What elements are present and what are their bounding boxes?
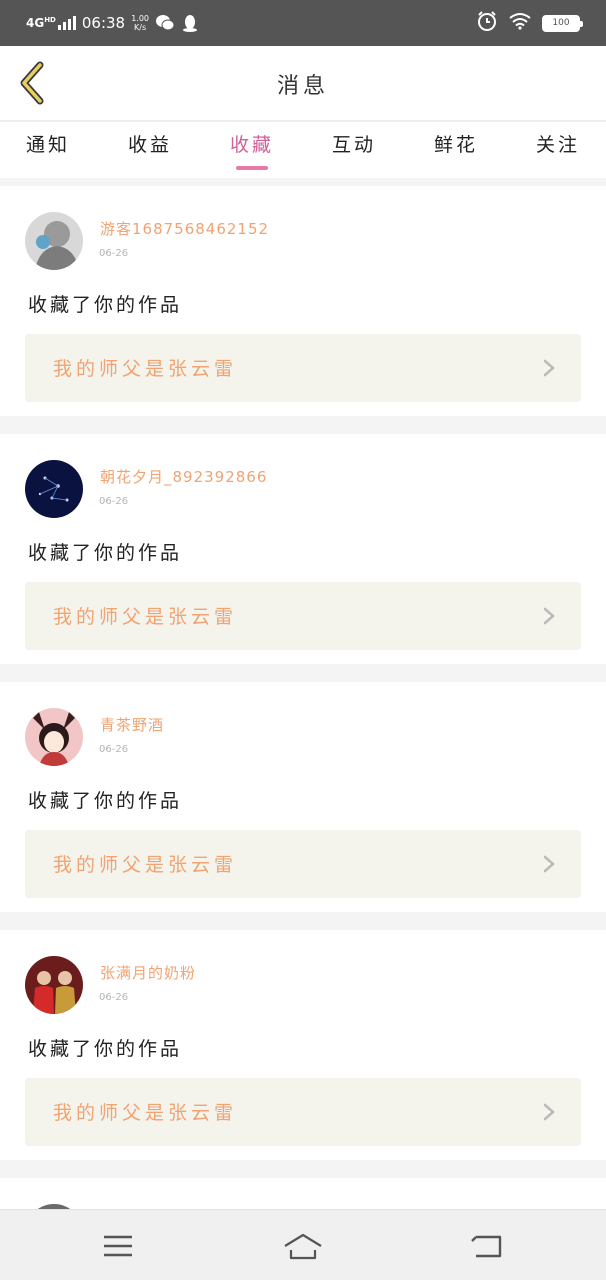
home-button[interactable] [283, 1228, 323, 1264]
work-link[interactable]: 我的师父是张云雷 [25, 582, 581, 650]
username[interactable]: 青茶野酒 [100, 714, 164, 735]
tab-flowers[interactable]: 鲜花 [416, 130, 496, 172]
alarm-icon [476, 10, 498, 36]
chevron-right-icon [543, 607, 555, 625]
message-date: 06-26 [99, 744, 129, 755]
tab-favorites[interactable]: 收藏 [212, 130, 292, 172]
work-link[interactable]: 我的师父是张云雷 [25, 1078, 581, 1146]
qq-icon [181, 14, 201, 32]
tab-notifications[interactable]: 通知 [8, 130, 88, 172]
avatar[interactable] [25, 460, 83, 518]
active-tab-indicator [236, 166, 268, 170]
message-card: 游客1687568462152 06-26 收藏了你的作品 我的师父是张云雷 [0, 186, 606, 416]
chevron-right-icon [543, 855, 555, 873]
tab-bar: 通知 收益 收藏 互动 鲜花 关注 [0, 122, 606, 178]
tab-interactions[interactable]: 互动 [314, 130, 394, 172]
action-text: 收藏了你的作品 [28, 542, 183, 564]
tab-following[interactable]: 关注 [518, 130, 598, 172]
message-card: 朝花夕月_892392866 06-26 收藏了你的作品 我的师父是张云雷 [0, 434, 606, 664]
return-icon [471, 1235, 502, 1258]
status-bar: 4GHD 06:38 1.00 K/s 100 [0, 0, 606, 46]
wechat-icon [155, 14, 175, 32]
message-card: 青茶野酒 06-26 收藏了你的作品 我的师父是张云雷 [0, 682, 606, 912]
chevron-right-icon [543, 1103, 555, 1121]
menu-button[interactable] [98, 1228, 138, 1264]
work-title: 我的师父是张云雷 [53, 854, 238, 876]
wifi-icon [508, 12, 532, 34]
signal-icon [57, 16, 76, 30]
system-nav-bar [0, 1209, 606, 1280]
action-text: 收藏了你的作品 [28, 294, 183, 316]
avatar[interactable] [25, 708, 83, 766]
work-title: 我的师父是张云雷 [53, 358, 238, 380]
username[interactable]: 朝花夕月_892392866 [100, 466, 267, 487]
status-time: 06:38 [81, 14, 126, 32]
message-card: 张满月的奶粉 06-26 收藏了你的作品 我的师父是张云雷 [0, 930, 606, 1160]
avatar[interactable] [25, 212, 83, 270]
message-date: 06-26 [99, 496, 129, 507]
return-button[interactable] [468, 1228, 508, 1264]
network-speed: 1.00 K/s [131, 14, 150, 32]
action-text: 收藏了你的作品 [28, 790, 183, 812]
action-text: 收藏了你的作品 [28, 1038, 183, 1060]
battery-icon: 100 [542, 14, 583, 32]
work-title: 我的师父是张云雷 [53, 1102, 238, 1124]
chevron-right-icon [543, 359, 555, 377]
work-link[interactable]: 我的师父是张云雷 [25, 830, 581, 898]
message-date: 06-26 [99, 248, 129, 259]
work-title: 我的师父是张云雷 [53, 606, 238, 628]
message-date: 06-26 [99, 992, 129, 1003]
tab-earnings[interactable]: 收益 [110, 130, 190, 172]
username[interactable]: 游客1687568462152 [100, 218, 269, 239]
page-title: 消息 [276, 74, 329, 99]
work-link[interactable]: 我的师父是张云雷 [25, 334, 581, 402]
menu-icon [104, 1235, 132, 1257]
username[interactable]: 张满月的奶粉 [100, 962, 196, 983]
network-indicator: 4GHD [26, 16, 56, 30]
home-icon [284, 1233, 322, 1260]
app-header: 消息 [0, 46, 606, 120]
avatar[interactable] [25, 956, 83, 1014]
